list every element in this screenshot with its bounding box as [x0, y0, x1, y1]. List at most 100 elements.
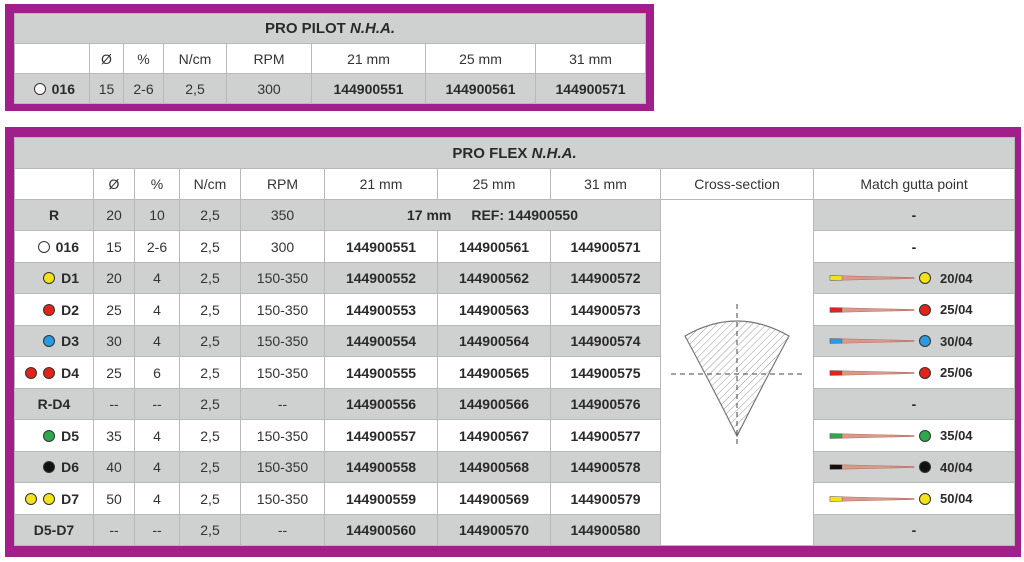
- flex-diameter: 20: [93, 262, 135, 294]
- pilot-ref-2: 144900571: [534, 73, 647, 104]
- flex-header-4: RPM: [240, 168, 325, 200]
- flex-ref-1: 144900561: [437, 230, 551, 263]
- instrument-name: 016: [55, 238, 79, 255]
- flex-torque: 2,5: [179, 388, 241, 420]
- pilot-header-0: [14, 43, 90, 74]
- gutta-point-icon: [829, 429, 931, 442]
- flex-row: D5 35 4 2,5 150-350 144900557 144900567 1449005…: [14, 419, 1016, 452]
- gutta-point-color-band: [829, 464, 843, 470]
- gutta-point-color-dot: [919, 335, 931, 347]
- flex-ref-1: 144900568: [437, 451, 551, 483]
- gutta-point-icon: [829, 366, 931, 379]
- flex-row-label: R-D4: [14, 388, 94, 420]
- flex-ref-2: 144900578: [550, 451, 661, 483]
- flex-row-label: D4: [14, 356, 94, 389]
- flex-torque: 2,5: [179, 451, 241, 483]
- pro-pilot-title-em: N.H.A.: [350, 20, 396, 37]
- color-dot-icon: [43, 335, 56, 347]
- flex-ref-0: 144900554: [324, 325, 438, 357]
- flex-torque: 2,5: [179, 514, 241, 546]
- flex-diameter: 15: [93, 230, 135, 263]
- gutta-point-color-dot: [919, 366, 931, 379]
- flex-row: D4 25 6 2,5 150-350 144900555 144900565 1449005…: [14, 356, 1016, 389]
- flex-rpm: 150-350: [240, 451, 325, 483]
- flex-ref-2: 144900579: [550, 482, 661, 515]
- flex-taper: 4: [134, 482, 180, 515]
- gutta-point-color-band: [829, 496, 843, 501]
- flex-ref-1: 144900563: [437, 293, 551, 326]
- flex-taper: --: [134, 514, 180, 546]
- match-gutta-cell: 50/04: [812, 482, 1016, 515]
- flex-rpm: 350: [240, 199, 325, 231]
- pilot-header-3: N/cm: [163, 43, 227, 74]
- flex-row: D6 40 4 2,5 150-350 144900558 144900568 1449005…: [14, 451, 1016, 483]
- flex-rpm: 150-350: [240, 356, 325, 389]
- flex-row-label: D6: [14, 451, 94, 483]
- instrument-name: D4: [61, 364, 79, 381]
- flex-ref-1: 144900565: [437, 356, 551, 389]
- instrument-name: D6: [61, 459, 79, 475]
- color-dot-icon: [43, 366, 56, 379]
- flex-torque: 2,5: [179, 419, 241, 452]
- flex-ref-2: 144900573: [550, 293, 661, 326]
- match-gutta-cell: 25/04: [812, 293, 1016, 326]
- flex-row: D1 20 4 2,5 150-350 144900552 144900562 1449005…: [14, 262, 1016, 294]
- ref-length: 17 mm: [407, 207, 452, 223]
- pilot-rpm: 300: [226, 73, 312, 104]
- pro-pilot-table: PRO PILOT N.H.A. Ø% N/cm RPM 21 mm 25 mm 31 m…: [13, 13, 647, 104]
- cross-section-cell: [660, 199, 814, 546]
- match-gutta-cell: -: [812, 230, 1016, 263]
- gutta-size: 30/04: [940, 333, 973, 349]
- gutta-point-cone: [829, 369, 915, 376]
- flex-torque: 2,5: [179, 325, 241, 357]
- flex-row: R 20 10 2,5 350 17 mm REF: 144900550-: [14, 199, 1016, 546]
- pilot-torque: 2,5: [163, 73, 227, 104]
- gutta-point-color-dot: [919, 272, 931, 284]
- color-dot-icon: [37, 240, 50, 253]
- pilot-diameter: 15: [89, 73, 124, 104]
- flex-row-label: 016: [14, 230, 94, 263]
- gutta-point-cone: [829, 432, 915, 439]
- match-gutta-cell: 20/04: [812, 262, 1016, 294]
- gutta-point-icon: [829, 335, 931, 347]
- gutta-point-icon: [829, 272, 931, 284]
- pilot-header-5: 21 mm: [311, 43, 426, 74]
- flex-ref-0: 144900558: [324, 451, 438, 483]
- pro-pilot-data-row: 016 15 2-6 2,5 300 144900551 144900561 14490057…: [14, 73, 647, 104]
- color-dot-icon: [25, 366, 38, 379]
- flex-taper: 4: [134, 451, 180, 483]
- flex-rpm: 150-350: [240, 262, 325, 294]
- gutta-point-cone: [829, 495, 915, 502]
- gutta-point: 20/04: [815, 271, 1014, 286]
- gutta-point-cone: [829, 306, 915, 313]
- flex-ref-1: 144900564: [437, 325, 551, 357]
- flex-ref-1: 144900566: [437, 388, 551, 420]
- color-dot-icon: [43, 272, 56, 284]
- match-gutta-cell: -: [812, 199, 1016, 231]
- flex-torque: 2,5: [179, 262, 241, 294]
- color-dot-icon: [43, 429, 56, 442]
- flex-taper: 4: [134, 419, 180, 452]
- flex-rpm: --: [240, 388, 325, 420]
- pilot-header-7: 31 mm: [534, 43, 647, 74]
- flex-diameter: 20: [93, 199, 135, 231]
- gutta-point-icon: [829, 461, 931, 473]
- pro-pilot-header-row: Ø% N/cm RPM 21 mm 25 mm 31 mm: [14, 43, 647, 74]
- flex-row-label: D1: [14, 262, 94, 294]
- flex-ref-1: 144900570: [437, 514, 551, 546]
- flex-ref-2: 144900575: [550, 356, 661, 389]
- gutta-size: 35/04: [940, 428, 973, 443]
- flex-torque: 2,5: [179, 293, 241, 326]
- flex-ref-2: 144900574: [550, 325, 661, 357]
- flex-torque: 2,5: [179, 230, 241, 263]
- flex-ref-0: 144900555: [324, 356, 438, 389]
- instrument-name: R-D4: [37, 396, 71, 412]
- cross-section-icon: [671, 304, 803, 444]
- pro-flex-title-em: N.H.A.: [531, 144, 577, 162]
- gutta-size: 40/04: [940, 459, 973, 475]
- flex-rpm: --: [240, 514, 325, 546]
- flex-taper: 4: [134, 293, 180, 326]
- flex-taper: 4: [134, 325, 180, 357]
- flex-header-3: N/cm: [179, 168, 241, 200]
- flex-diameter: --: [93, 388, 135, 420]
